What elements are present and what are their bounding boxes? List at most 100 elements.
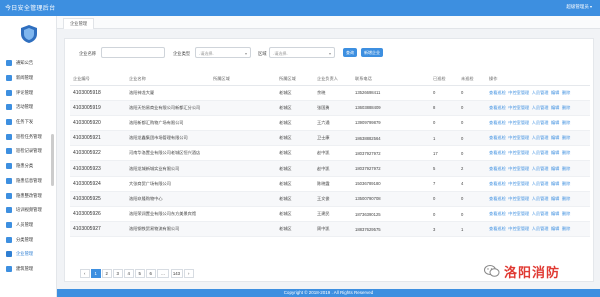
table-cell: 41030059​22 bbox=[70, 145, 126, 162]
row-action-link[interactable]: 查看巡检 bbox=[489, 196, 506, 201]
table-cell: 卫士康 bbox=[314, 130, 352, 147]
row-action-link[interactable]: 删除 bbox=[562, 181, 570, 186]
page-button[interactable]: 2 bbox=[102, 269, 112, 278]
row-action-link[interactable]: 编辑 bbox=[551, 196, 559, 201]
row-action-link[interactable]: 中控室管理 bbox=[508, 105, 529, 110]
page-button[interactable]: 143 bbox=[170, 269, 183, 278]
table-cell: 老城区 bbox=[276, 221, 314, 238]
row-action-link[interactable]: 查看巡检 bbox=[489, 226, 506, 231]
page-button[interactable]: ... bbox=[157, 269, 169, 278]
sidebar-item[interactable]: 企业管理 bbox=[0, 247, 56, 262]
row-action-link[interactable]: 查看巡检 bbox=[489, 120, 506, 125]
sidebar-item[interactable]: 巡检记录管理 bbox=[0, 144, 56, 159]
row-action-link[interactable]: 人员管理 bbox=[532, 181, 549, 186]
row-action-link[interactable]: 编辑 bbox=[551, 90, 559, 95]
row-action-link[interactable]: 中控室管理 bbox=[508, 196, 529, 201]
page-button[interactable]: 6 bbox=[146, 269, 156, 278]
row-action-link[interactable]: 查看巡检 bbox=[489, 90, 506, 95]
row-action-link[interactable]: 删除 bbox=[562, 211, 570, 216]
row-action-link[interactable]: 删除 bbox=[562, 150, 570, 155]
row-action-link[interactable]: 编辑 bbox=[551, 181, 559, 186]
sidebar-item[interactable]: 隐患整改管理 bbox=[0, 188, 56, 203]
row-action-link[interactable]: 查看巡检 bbox=[489, 150, 506, 155]
area-label: 区域 bbox=[258, 51, 267, 56]
row-action-link[interactable]: 编辑 bbox=[551, 105, 559, 110]
search-button[interactable]: 查询 bbox=[343, 48, 357, 57]
row-action-link[interactable]: 人员管理 bbox=[532, 90, 549, 95]
row-action-link[interactable]: 编辑 bbox=[551, 135, 559, 140]
row-action-link[interactable]: 删除 bbox=[562, 135, 570, 140]
sidebar-item[interactable]: 隐患信息管理 bbox=[0, 174, 56, 189]
area-select[interactable]: -请选择- bbox=[269, 47, 335, 58]
row-action-link[interactable]: 中控室管理 bbox=[508, 150, 529, 155]
tab-enterprise[interactable]: 企业管理 bbox=[63, 18, 95, 29]
table-cell: 8 bbox=[430, 100, 458, 116]
page-button[interactable]: ‹ bbox=[80, 269, 90, 278]
page-button[interactable]: 5 bbox=[135, 269, 145, 278]
sidebar-item[interactable]: 建筑管理 bbox=[0, 262, 56, 277]
page-button[interactable]: › bbox=[184, 269, 194, 278]
row-action-link[interactable]: 编辑 bbox=[551, 211, 559, 216]
table-cell: 15036789180 bbox=[352, 176, 430, 192]
sidebar-item[interactable]: 培训视频管理 bbox=[0, 203, 56, 218]
add-enterprise-button[interactable]: 新增企业 bbox=[361, 48, 383, 57]
row-action-link[interactable]: 中控室管理 bbox=[508, 211, 529, 216]
row-action-link[interactable]: 删除 bbox=[562, 226, 570, 231]
sidebar-item[interactable]: 通知公告 bbox=[0, 56, 56, 71]
enterprise-name-input[interactable] bbox=[101, 47, 165, 58]
row-action-link[interactable]: 人员管理 bbox=[532, 105, 549, 110]
row-action-link[interactable]: 中控室管理 bbox=[508, 181, 529, 186]
row-action-link[interactable]: 查看巡检 bbox=[489, 211, 506, 216]
row-action-link[interactable]: 编辑 bbox=[551, 150, 559, 155]
row-action-link[interactable]: 编辑 bbox=[551, 120, 559, 125]
row-action-link[interactable]: 人员管理 bbox=[532, 120, 549, 125]
row-action-link[interactable]: 查看巡检 bbox=[489, 135, 506, 140]
row-action-link[interactable]: 删除 bbox=[562, 120, 570, 125]
row-action-link[interactable]: 删除 bbox=[562, 196, 570, 201]
table-cell: 大张商贸广场有限公司 bbox=[126, 176, 210, 192]
sidebar-item-label: 建筑管理 bbox=[16, 265, 34, 271]
row-action-link[interactable]: 查看巡检 bbox=[489, 105, 506, 110]
area-placeholder: -请选择- bbox=[273, 51, 288, 56]
page-button[interactable]: 4 bbox=[124, 269, 134, 278]
sidebar-scrollbar[interactable] bbox=[51, 134, 54, 186]
row-action-link[interactable]: 编辑 bbox=[551, 226, 559, 231]
menu-icon bbox=[6, 148, 12, 155]
sidebar-item[interactable]: 巡检任务管理 bbox=[0, 129, 56, 144]
menu-icon bbox=[6, 207, 12, 214]
row-action-link[interactable]: 查看巡检 bbox=[489, 181, 506, 186]
sidebar-item[interactable]: 活动管理 bbox=[0, 100, 56, 115]
sidebar-item-label: 分类管理 bbox=[16, 236, 34, 242]
row-action-link[interactable]: 中控室管理 bbox=[508, 120, 529, 125]
row-action-link[interactable]: 删除 bbox=[562, 105, 570, 110]
page-button[interactable]: 1 bbox=[91, 269, 101, 278]
sidebar-item[interactable]: 隐患分类 bbox=[0, 159, 56, 174]
enterprise-type-select[interactable]: -请选择- bbox=[195, 47, 251, 58]
row-action-link[interactable]: 删除 bbox=[562, 90, 570, 95]
row-action-link[interactable]: 中控室管理 bbox=[508, 135, 529, 140]
sidebar-item[interactable]: 任务下发 bbox=[0, 115, 56, 130]
sidebar-item[interactable]: 分类管理 bbox=[0, 232, 56, 247]
row-action-link[interactable]: 中控室管理 bbox=[508, 166, 529, 171]
sidebar-item[interactable]: 评论管理 bbox=[0, 85, 56, 100]
row-action-link[interactable]: 查看巡检 bbox=[489, 166, 506, 171]
row-action-link[interactable]: 人员管理 bbox=[532, 150, 549, 155]
table-cell: 4 bbox=[458, 176, 486, 192]
sidebar-item[interactable]: 新闻管理 bbox=[0, 71, 56, 86]
row-action-link[interactable]: 中控室管理 bbox=[508, 90, 529, 95]
table-cell: 王建民 bbox=[314, 206, 352, 223]
row-actions: 查看巡检 中控室管理 人员管理 编辑 删除 bbox=[486, 145, 590, 162]
page-button[interactable]: 3 bbox=[113, 269, 123, 278]
row-action-link[interactable]: 删除 bbox=[562, 166, 570, 171]
row-action-link[interactable]: 编辑 bbox=[551, 166, 559, 171]
row-action-link[interactable]: 人员管理 bbox=[532, 196, 549, 201]
row-action-link[interactable]: 人员管理 bbox=[532, 166, 549, 171]
sidebar-item[interactable]: 人员管理 bbox=[0, 218, 56, 233]
row-action-link[interactable]: 人员管理 bbox=[532, 211, 549, 216]
column-header: 企业负责人 bbox=[314, 74, 352, 86]
user-menu[interactable]: 超级管理员 bbox=[566, 4, 592, 10]
row-action-link[interactable]: 人员管理 bbox=[532, 135, 549, 140]
row-actions: 查看巡检 中控室管理 人员管理 编辑 删除 bbox=[486, 221, 590, 238]
row-action-link[interactable]: 中控室管理 bbox=[508, 226, 529, 231]
row-action-link[interactable]: 人员管理 bbox=[532, 226, 549, 231]
